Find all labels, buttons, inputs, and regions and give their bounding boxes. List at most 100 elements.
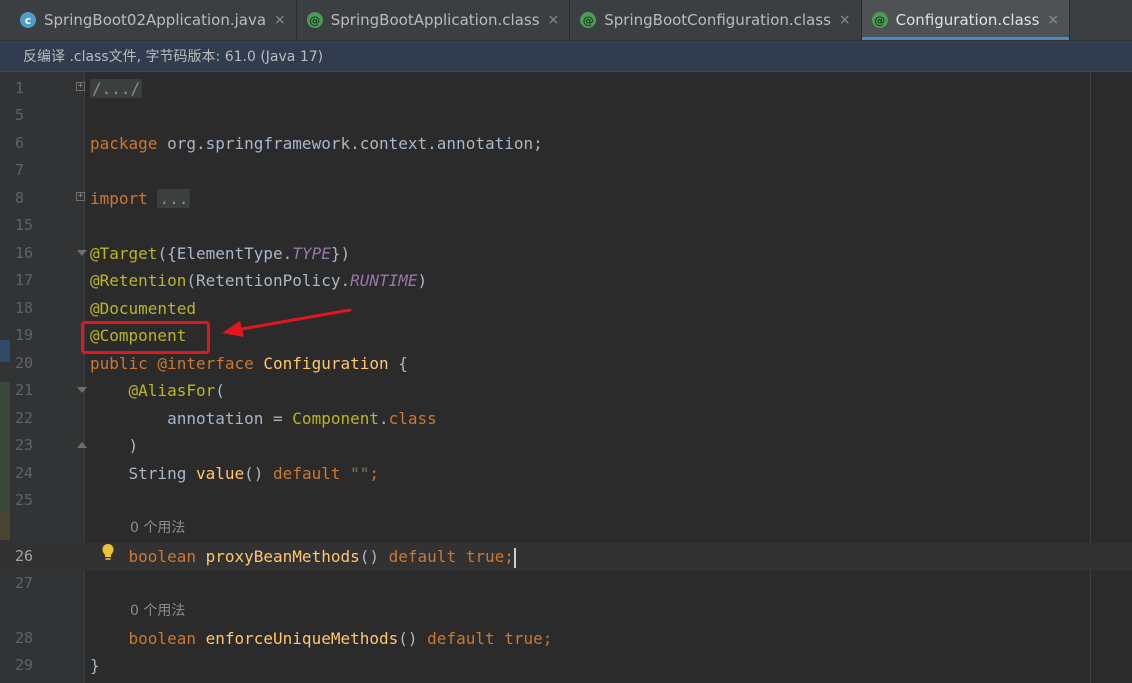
- code-token: (): [398, 629, 428, 648]
- keyword: default: [388, 547, 457, 566]
- line-number: 25: [15, 491, 34, 509]
- line-number: 8: [15, 189, 25, 207]
- code-line-27: 27: [0, 570, 1132, 597]
- code-text: @Retention(RetentionPolicy.RUNTIME): [90, 267, 427, 294]
- method-name: enforceUniqueMethods: [195, 629, 399, 648]
- usages-inlay-hint[interactable]: 0 个用法: [130, 601, 185, 621]
- code-line-21: 21 @AliasFor(: [0, 377, 1132, 404]
- fold-end-icon[interactable]: [77, 442, 87, 448]
- left-edge-marker: [0, 512, 10, 540]
- code-text: boolean enforceUniqueMethods() default t…: [90, 625, 553, 652]
- close-icon[interactable]: ×: [1047, 12, 1059, 28]
- annotation-icon: @: [871, 12, 888, 28]
- tab-bar-left-strip: [0, 0, 10, 40]
- line-number: 20: [15, 354, 34, 372]
- line-number: 27: [15, 574, 34, 592]
- code-line-24: 24 String value() default "";: [0, 460, 1132, 487]
- text-caret: [513, 547, 516, 568]
- code-token: }): [330, 244, 351, 263]
- fold-collapse-icon[interactable]: [77, 250, 87, 256]
- code-text: import ...: [90, 185, 191, 212]
- keyword: interface: [167, 354, 254, 373]
- tab-configuration[interactable]: @ Configuration.class ×: [861, 0, 1071, 40]
- line-number: 7: [15, 161, 25, 179]
- line-number: 16: [15, 244, 34, 262]
- tab-label: Configuration.class: [895, 11, 1040, 29]
- code-line-6: 6 package org.springframework.context.an…: [0, 130, 1132, 157]
- enum-constant: RUNTIME: [350, 271, 418, 290]
- tab-springboot02application[interactable]: c SpringBoot02Application.java ×: [10, 0, 297, 40]
- tab-label: SpringBootConfiguration.class: [604, 11, 831, 29]
- close-icon[interactable]: ×: [274, 12, 286, 28]
- keyword: @: [147, 354, 168, 373]
- line-number: 29: [15, 656, 34, 674]
- code-line-23: 23 ): [0, 432, 1132, 459]
- code-token: (): [244, 464, 274, 483]
- code-editor[interactable]: 1 + /.../ 5 6 package org.springframewor…: [0, 72, 1132, 683]
- type-reference: String: [90, 464, 196, 483]
- fold-collapse-icon[interactable]: [77, 387, 87, 393]
- code-text: /.../: [90, 75, 143, 102]
- keyword: import: [90, 189, 148, 208]
- line-number: 15: [15, 216, 34, 234]
- line-number: 23: [15, 436, 34, 454]
- code-text: ): [90, 436, 139, 455]
- keyword: boolean: [90, 547, 196, 566]
- package-name: org.springframework.context.annotation;: [157, 134, 543, 153]
- code-token: (): [359, 547, 389, 566]
- code-text: }: [90, 656, 100, 675]
- type-reference: Component: [292, 409, 379, 428]
- close-icon[interactable]: ×: [839, 12, 851, 28]
- tab-label: SpringBoot02Application.java: [44, 11, 267, 29]
- code-token: ;: [369, 464, 380, 483]
- folded-imports[interactable]: ...: [157, 189, 191, 208]
- method-name: proxyBeanMethods: [195, 547, 360, 566]
- red-arrow-annotation: [222, 308, 352, 337]
- code-text: public @interface Configuration {: [90, 350, 408, 377]
- line-number: 18: [15, 299, 34, 317]
- code-text: boolean proxyBeanMethods() default true;: [90, 543, 516, 570]
- close-icon[interactable]: ×: [548, 12, 560, 28]
- code-token: ;: [542, 629, 553, 648]
- code-text: annotation = Component.class: [90, 405, 437, 432]
- annotation-icon: @: [306, 12, 323, 28]
- fold-expand-icon[interactable]: +: [76, 192, 85, 201]
- code-text: @Target({ElementType.TYPE}): [90, 240, 350, 267]
- code-line-20: 20 public @interface Configuration {: [0, 350, 1132, 377]
- code-token: (: [215, 381, 225, 400]
- code-line-25: 25: [0, 487, 1132, 514]
- line-number: 19: [15, 326, 34, 344]
- highlight-box: [81, 321, 210, 354]
- tab-springbootconfiguration[interactable]: @ SpringBootConfiguration.class ×: [570, 0, 862, 40]
- code-token: annotation =: [90, 409, 293, 428]
- keyword: default: [273, 464, 341, 483]
- code-line-29: 29 }: [0, 652, 1132, 679]
- tab-springbootapplication[interactable]: @ SpringBootApplication.class ×: [297, 0, 571, 40]
- code-line-18: 18 @Documented: [0, 295, 1132, 322]
- code-text: String value() default "";: [90, 460, 380, 487]
- fold-expand-icon[interactable]: +: [76, 82, 85, 91]
- code-line-26-current: 26 boolean proxyBeanMethods() default tr…: [0, 543, 1132, 570]
- code-line-16: 16 @Target({ElementType.TYPE}): [0, 240, 1132, 267]
- code-line-7: 7: [0, 157, 1132, 184]
- keyword: true: [504, 629, 543, 648]
- line-number: 28: [15, 629, 34, 647]
- method-name: value: [195, 464, 245, 483]
- code-token: (RetentionPolicy.: [186, 271, 351, 290]
- usages-inlay-hint[interactable]: 0 个用法: [130, 518, 185, 538]
- decompiled-banner: 反编译 .class文件, 字节码版本: 61.0 (Java 17): [0, 41, 1132, 72]
- line-number: 17: [15, 271, 34, 289]
- code-token: ({ElementType.: [157, 244, 293, 263]
- string-literal: "": [350, 464, 370, 483]
- keyword: package: [90, 134, 158, 153]
- line-number: 26: [15, 547, 34, 565]
- enum-constant: TYPE: [292, 244, 331, 263]
- line-number: 22: [15, 409, 34, 427]
- code-text: package org.springframework.context.anno…: [90, 130, 543, 157]
- annotation-icon: @: [580, 12, 597, 28]
- annotation: @Retention: [90, 271, 187, 290]
- folded-comment[interactable]: /.../: [90, 79, 143, 98]
- keyword: boolean: [90, 629, 196, 648]
- annotation: @AliasFor: [90, 381, 216, 400]
